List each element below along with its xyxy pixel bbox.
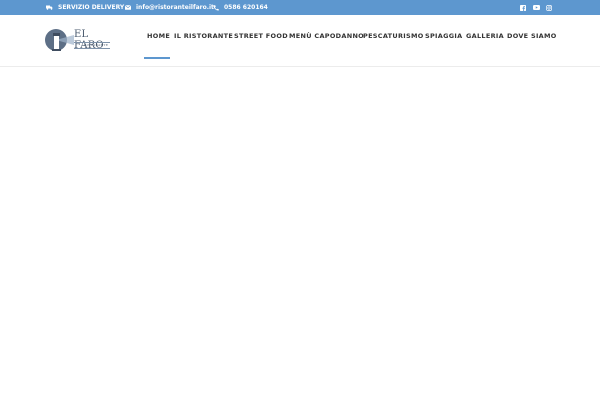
nav-item-il-ristorante[interactable]: IL RISTORANTE (174, 32, 233, 40)
phone-number: 0586 620164 (224, 4, 268, 11)
nav-item-dove-siamo[interactable]: DOVE SIAMO (507, 32, 557, 40)
social-links (520, 0, 552, 15)
nav-active-indicator (144, 57, 170, 59)
nav-item-galleria[interactable]: GALLERIA (466, 32, 504, 40)
youtube-icon[interactable] (533, 5, 540, 10)
envelope-icon (125, 5, 131, 10)
phone-link[interactable]: 0586 620164 (213, 0, 268, 15)
email-text[interactable]: info@ristoranteilfaro.it (136, 4, 214, 11)
email-link[interactable]: info@ristoranteilfaro.it (125, 0, 214, 15)
top-bar: SERVIZIO DELIVERY info@ristoranteilfaro.… (0, 0, 600, 15)
truck-icon (46, 5, 53, 10)
nav-item-pescaturismo[interactable]: PESCATURISMO (363, 32, 424, 40)
phone-icon (213, 4, 219, 11)
nav-item-spiaggia[interactable]: SPIAGGIA (425, 32, 462, 40)
nav-item-street-food[interactable]: STREET FOOD (234, 32, 288, 40)
page-content (0, 68, 600, 400)
instagram-icon[interactable] (546, 4, 552, 11)
delivery-link[interactable]: SERVIZIO DELIVERY (46, 0, 124, 15)
facebook-icon[interactable] (520, 4, 526, 11)
nav-item-home[interactable]: HOME (147, 32, 170, 40)
nav-item-menu-capodanno[interactable]: MENÙ CAPODANNO (289, 32, 364, 40)
main-nav: HOME IL RISTORANTE STREET FOOD MENÙ CAPO… (0, 15, 600, 67)
delivery-label: SERVIZIO DELIVERY (58, 4, 125, 11)
